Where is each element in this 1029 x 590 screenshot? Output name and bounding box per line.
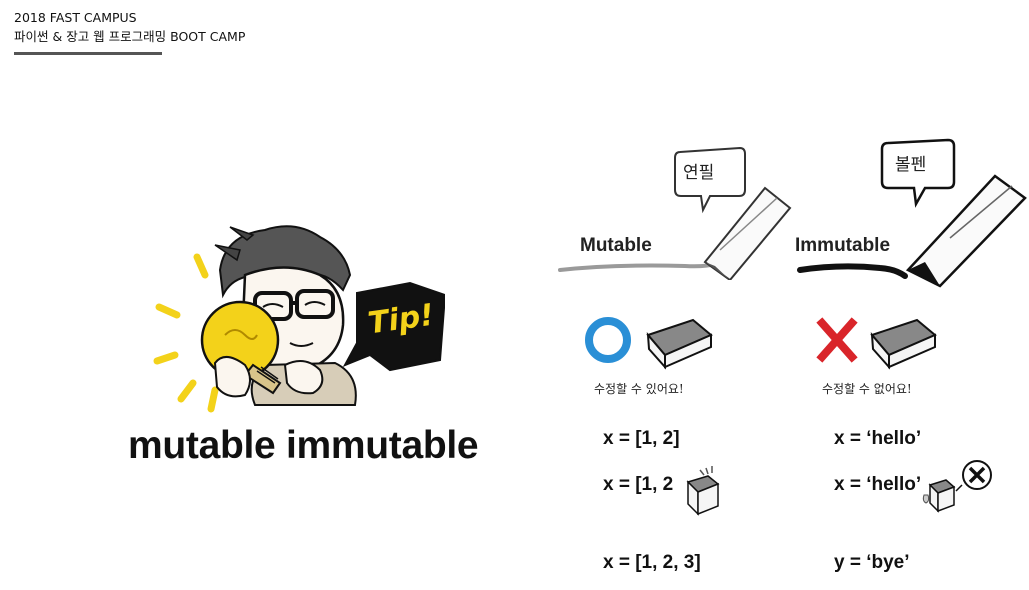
header-line-2: 파이썬 & 장고 웹 프로그래밍 BOOT CAMP <box>14 29 246 44</box>
mutable-code-2: x = [1, 2 <box>603 474 674 495</box>
immutable-caption: 수정할 수 없어요! <box>822 382 912 396</box>
pen-icon <box>905 174 1027 288</box>
small-eraser-icon <box>686 466 720 516</box>
blocked-eraser-icon <box>922 460 992 513</box>
immutable-code-3: y = ‘bye’ <box>834 552 910 573</box>
mutable-icons <box>585 317 713 370</box>
cross-x-icon <box>816 317 858 363</box>
immutable-label: Immutable <box>795 235 891 256</box>
eraser-icon <box>870 318 937 370</box>
mutable-caption: 수정할 수 있어요! <box>594 382 684 396</box>
pencil-icon <box>703 186 792 280</box>
immutable-icons <box>816 317 937 370</box>
mutable-code-1: x = [1, 2] <box>603 428 680 449</box>
pencil-bubble-label: 연필 <box>683 163 715 183</box>
header-line-1: 2018 FAST CAMPUS <box>14 10 137 25</box>
eraser-icon <box>646 318 713 370</box>
immutable-code-2: x = ‘hello’ <box>834 474 922 495</box>
mutable-label: Mutable <box>580 235 652 256</box>
circle-o-icon <box>585 317 631 363</box>
header-underline <box>14 52 162 55</box>
immutable-code-1: x = ‘hello’ <box>834 428 922 449</box>
pencil-drawing <box>558 146 792 280</box>
pen-bubble-label: 볼펜 <box>895 155 927 175</box>
mutable-code-3: x = [1, 2, 3] <box>603 552 701 573</box>
header: 2018 FAST CAMPUS 파이썬 & 장고 웹 프로그래밍 BOOT C… <box>14 8 245 46</box>
page-title: mutable immutable <box>128 424 479 467</box>
